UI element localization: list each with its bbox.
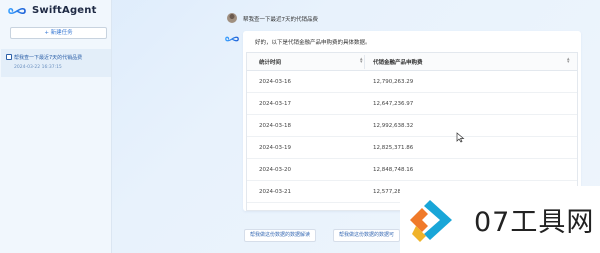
cell-value: 12,790,263.29 — [373, 79, 414, 85]
table-row: 2024-03-16 12,790,263.29 — [247, 71, 577, 93]
sort-icon[interactable]: ▴ ▾ — [567, 57, 570, 65]
app-logo[interactable]: SwiftAgent — [8, 5, 97, 16]
task-timestamp: 2024-03-22 16:37:15 — [14, 65, 62, 70]
watermark-logo-icon — [408, 196, 462, 246]
chat-icon — [6, 54, 12, 60]
table-row: 2024-03-18 12,992,638.32 — [247, 115, 577, 137]
cell-date: 2024-03-17 — [259, 101, 291, 107]
cell-date: 2024-03-16 — [259, 79, 291, 85]
suggestion-chip[interactable]: 帮我做这份数据的数据解读 — [244, 229, 317, 242]
sort-icon[interactable]: ▴ ▾ — [360, 57, 363, 65]
sidebar: SwiftAgent + 新建任务 帮我查一下最近7天的代销品费 2024-03… — [0, 0, 112, 253]
user-avatar — [227, 13, 237, 23]
cell-value: 12,825,371.86 — [373, 145, 414, 151]
new-task-button[interactable]: + 新建任务 — [10, 27, 107, 39]
watermark: 07工具网 — [400, 186, 600, 253]
task-list-item[interactable]: 帮我查一下最近7天的代销品费 2024-03-22 16:37:15 — [1, 49, 111, 77]
table-row: 2024-03-20 12,848,748.16 — [247, 159, 577, 181]
assistant-answer-card: 好的，以下是代销金融产品申购费的具体数据。 统计时间 ▴ ▾ 代销金融产品申购费 … — [243, 31, 581, 211]
header-value[interactable]: 代销金融产品申购费 — [373, 58, 423, 66]
infinity-logo-icon — [8, 7, 26, 14]
user-message: 帮我查一下最近7天的代销品费 — [243, 17, 319, 23]
cell-value: 12,992,638.32 — [373, 123, 414, 129]
suggestion-chip[interactable]: 帮我做这份数据的数据可 — [333, 229, 401, 242]
table-row: 2024-03-19 12,825,371.86 — [247, 137, 577, 159]
cell-value: 12,848,748.16 — [373, 167, 414, 173]
cell-date: 2024-03-19 — [259, 145, 291, 151]
cell-date: 2024-03-21 — [259, 189, 291, 195]
table-header: 统计时间 ▴ ▾ 代销金融产品申购费 ▴ ▾ — [247, 53, 577, 71]
answer-text: 好的，以下是代销金融产品申购费的具体数据。 — [255, 40, 371, 46]
cell-date: 2024-03-18 — [259, 123, 291, 129]
cell-value: 12,647,236.97 — [373, 101, 414, 107]
assistant-avatar-icon — [225, 35, 239, 45]
cell-date: 2024-03-20 — [259, 167, 291, 173]
table-row: 2024-03-17 12,647,236.97 — [247, 93, 577, 115]
header-date[interactable]: 统计时间 — [259, 58, 281, 66]
watermark-text: 07工具网 — [474, 207, 595, 238]
task-title: 帮我查一下最近7天的代销品费 — [14, 55, 83, 61]
mouse-cursor-icon — [456, 132, 465, 145]
app-name: SwiftAgent — [32, 5, 97, 16]
